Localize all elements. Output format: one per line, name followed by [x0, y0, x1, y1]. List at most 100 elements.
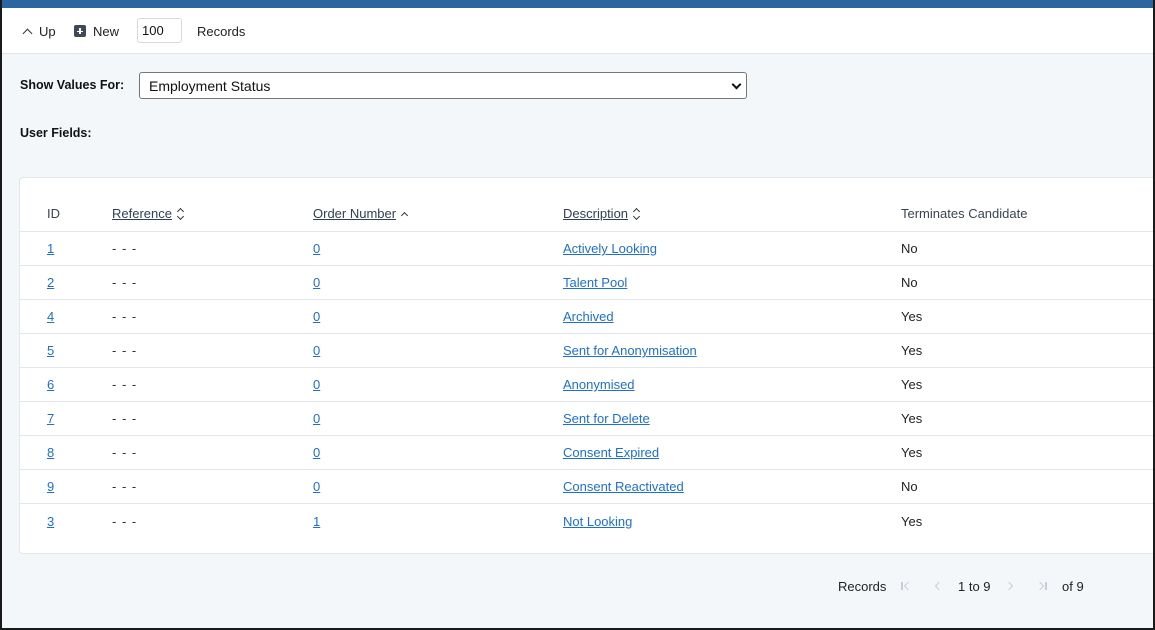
row-description-link[interactable]: Talent Pool — [563, 275, 627, 290]
first-page-icon[interactable] — [897, 578, 913, 594]
table-cell: Not Looking — [563, 504, 632, 538]
table-cell: No — [901, 232, 918, 265]
table-cell: 1 — [47, 232, 54, 265]
user-fields-label: User Fields: — [20, 126, 92, 140]
row-order-link[interactable]: 0 — [313, 241, 320, 256]
table-cell: Talent Pool — [563, 266, 627, 299]
header-terminates-label: Terminates Candidate — [901, 206, 1028, 221]
row-id-link[interactable]: 4 — [47, 309, 54, 324]
row-terminates: No — [901, 275, 918, 290]
row-terminates: No — [901, 479, 918, 494]
table-cell: 7 — [47, 402, 54, 435]
row-order-link[interactable]: 0 — [313, 377, 320, 392]
table-row: 9 - - - 0 Consent Reactivated No — [20, 470, 1153, 504]
table-row: 7 - - - 0 Sent for Delete Yes — [20, 402, 1153, 436]
pager-total: of 9 — [1062, 578, 1084, 594]
table-cell: - - - — [112, 368, 137, 401]
row-order-link[interactable]: 0 — [313, 309, 320, 324]
row-description-link[interactable]: Archived — [563, 309, 614, 324]
table-row: 6 - - - 0 Anonymised Yes — [20, 368, 1153, 402]
header-terminates-candidate: Terminates Candidate — [901, 196, 1027, 231]
row-terminates: Yes — [901, 445, 923, 460]
table-cell: Actively Looking — [563, 232, 657, 265]
table-cell: - - - — [112, 232, 137, 265]
new-button[interactable]: New — [74, 8, 119, 54]
header-id-label: ID — [47, 206, 60, 221]
row-order-link[interactable]: 0 — [313, 479, 320, 494]
table-cell: 0 — [313, 470, 320, 503]
row-order-link[interactable]: 0 — [313, 445, 320, 460]
row-order-link[interactable]: 0 — [313, 275, 320, 290]
row-id-link[interactable]: 8 — [47, 445, 54, 460]
table-row: 2 - - - 0 Talent Pool No — [20, 266, 1153, 300]
table-cell: 0 — [313, 368, 320, 401]
header-description-label[interactable]: Description — [563, 206, 628, 221]
records-per-page-input[interactable] — [137, 18, 182, 43]
table-cell: 5 — [47, 334, 54, 367]
table-cell: 3 — [47, 504, 54, 538]
row-terminates: Yes — [901, 343, 923, 358]
row-description-link[interactable]: Anonymised — [563, 377, 635, 392]
table-cell: 0 — [313, 300, 320, 333]
last-page-icon[interactable] — [1035, 578, 1051, 594]
header-description[interactable]: Description — [563, 196, 640, 231]
table-cell: Yes — [901, 368, 922, 401]
top-accent-bar — [2, 0, 1153, 8]
table-cell: Anonymised — [563, 368, 635, 401]
sort-icon[interactable] — [633, 208, 640, 220]
table-cell: Yes — [901, 402, 922, 435]
table-cell: 0 — [313, 334, 320, 367]
row-id-link[interactable]: 5 — [47, 343, 54, 358]
row-reference: - - - — [112, 445, 138, 460]
header-order-number[interactable]: Order Number — [313, 196, 409, 231]
table-cell: Yes — [901, 334, 922, 367]
table-row: 1 - - - 0 Actively Looking No — [20, 232, 1153, 266]
row-description-link[interactable]: Consent Expired — [563, 445, 659, 460]
previous-page-icon[interactable] — [930, 578, 946, 594]
table-row: 5 - - - 0 Sent for Anonymisation Yes — [20, 334, 1153, 368]
chevron-up-icon — [22, 28, 33, 38]
header-reference[interactable]: Reference — [112, 196, 184, 231]
row-order-link[interactable]: 0 — [313, 343, 320, 358]
table-cell: 0 — [313, 232, 320, 265]
row-description-link[interactable]: Sent for Anonymisation — [563, 343, 697, 358]
next-page-icon[interactable] — [1003, 578, 1019, 594]
row-description-link[interactable]: Not Looking — [563, 514, 632, 529]
header-order-number-label[interactable]: Order Number — [313, 206, 396, 221]
row-terminates: Yes — [901, 309, 923, 324]
row-id-link[interactable]: 3 — [47, 514, 54, 529]
plus-icon — [74, 25, 86, 37]
row-order-link[interactable]: 0 — [313, 411, 320, 426]
table-row: 8 - - - 0 Consent Expired Yes — [20, 436, 1153, 470]
row-reference: - - - — [112, 411, 138, 426]
row-id-link[interactable]: 6 — [47, 377, 54, 392]
row-reference: - - - — [112, 513, 138, 529]
row-description-link[interactable]: Consent Reactivated — [563, 479, 684, 494]
show-values-for-select[interactable]: Employment Status — [139, 72, 747, 99]
table-cell: Yes — [901, 436, 922, 469]
row-id-link[interactable]: 1 — [47, 241, 54, 256]
row-description-link[interactable]: Actively Looking — [563, 241, 657, 256]
row-terminates: Yes — [901, 513, 923, 529]
table-cell: Consent Reactivated — [563, 470, 684, 503]
row-id-link[interactable]: 2 — [47, 275, 54, 290]
up-button[interactable]: Up — [20, 8, 56, 54]
row-order-link[interactable]: 1 — [313, 514, 320, 529]
table-cell: Yes — [901, 300, 922, 333]
row-description-link[interactable]: Sent for Delete — [563, 411, 650, 426]
row-id-link[interactable]: 9 — [47, 479, 54, 494]
sort-icon[interactable] — [177, 208, 184, 220]
table-cell: 1 — [313, 504, 320, 538]
row-id-link[interactable]: 7 — [47, 411, 54, 426]
row-reference: - - - — [112, 377, 138, 392]
header-reference-label[interactable]: Reference — [112, 206, 172, 221]
table-cell: - - - — [112, 402, 137, 435]
table-cell: 0 — [313, 266, 320, 299]
table-cell: Sent for Delete — [563, 402, 650, 435]
records-label: Records — [197, 23, 246, 39]
sort-ascending-icon[interactable] — [401, 211, 409, 219]
row-reference: - - - — [112, 309, 138, 324]
table-cell: Archived — [563, 300, 614, 333]
table-cell: Consent Expired — [563, 436, 659, 469]
table-cell: 8 — [47, 436, 54, 469]
